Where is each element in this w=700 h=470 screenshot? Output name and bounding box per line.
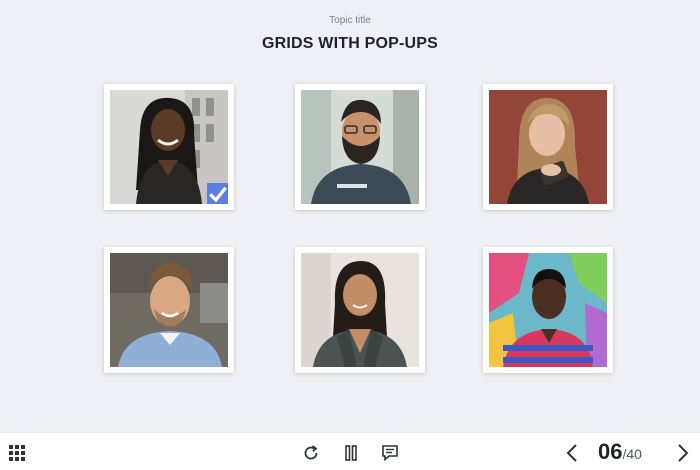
photo-card-4[interactable] xyxy=(104,247,234,373)
pause-button[interactable] xyxy=(340,442,362,464)
photo-card-1[interactable] xyxy=(104,84,234,210)
photo-card-5[interactable] xyxy=(295,247,425,373)
portrait-photo xyxy=(489,90,607,204)
chevron-left-icon xyxy=(566,444,577,462)
portrait-photo xyxy=(301,90,419,204)
grid-menu-icon xyxy=(9,445,25,461)
selected-check-badge xyxy=(207,183,228,204)
portrait-photo xyxy=(110,253,228,367)
check-icon xyxy=(209,186,227,203)
total-slides: /40 xyxy=(622,446,642,462)
previous-slide-button[interactable] xyxy=(561,441,583,465)
page-title: GRIDS WITH POP-UPS xyxy=(261,35,439,52)
menu-button[interactable] xyxy=(6,442,28,464)
pause-icon xyxy=(345,445,357,461)
topic-title: Topic title xyxy=(329,15,371,26)
photo-card-3[interactable] xyxy=(483,84,613,210)
slide-counter: 06 /40 xyxy=(598,439,642,467)
photo-card-2[interactable] xyxy=(295,84,425,210)
reload-icon xyxy=(304,445,318,460)
next-slide-button[interactable] xyxy=(672,441,694,465)
notes-button[interactable] xyxy=(379,442,401,464)
notes-icon xyxy=(382,445,398,462)
portrait-photo xyxy=(489,253,607,367)
current-slide-number: 06 xyxy=(598,439,623,464)
player-bar: 06 /40 xyxy=(0,432,700,470)
portrait-photo xyxy=(110,90,228,204)
reload-button[interactable] xyxy=(300,442,322,464)
slide: Topic title GRIDS WITH POP-UPS xyxy=(0,0,700,432)
photo-card-6[interactable] xyxy=(483,247,613,373)
chevron-right-icon xyxy=(678,444,689,462)
portrait-photo xyxy=(301,253,419,367)
